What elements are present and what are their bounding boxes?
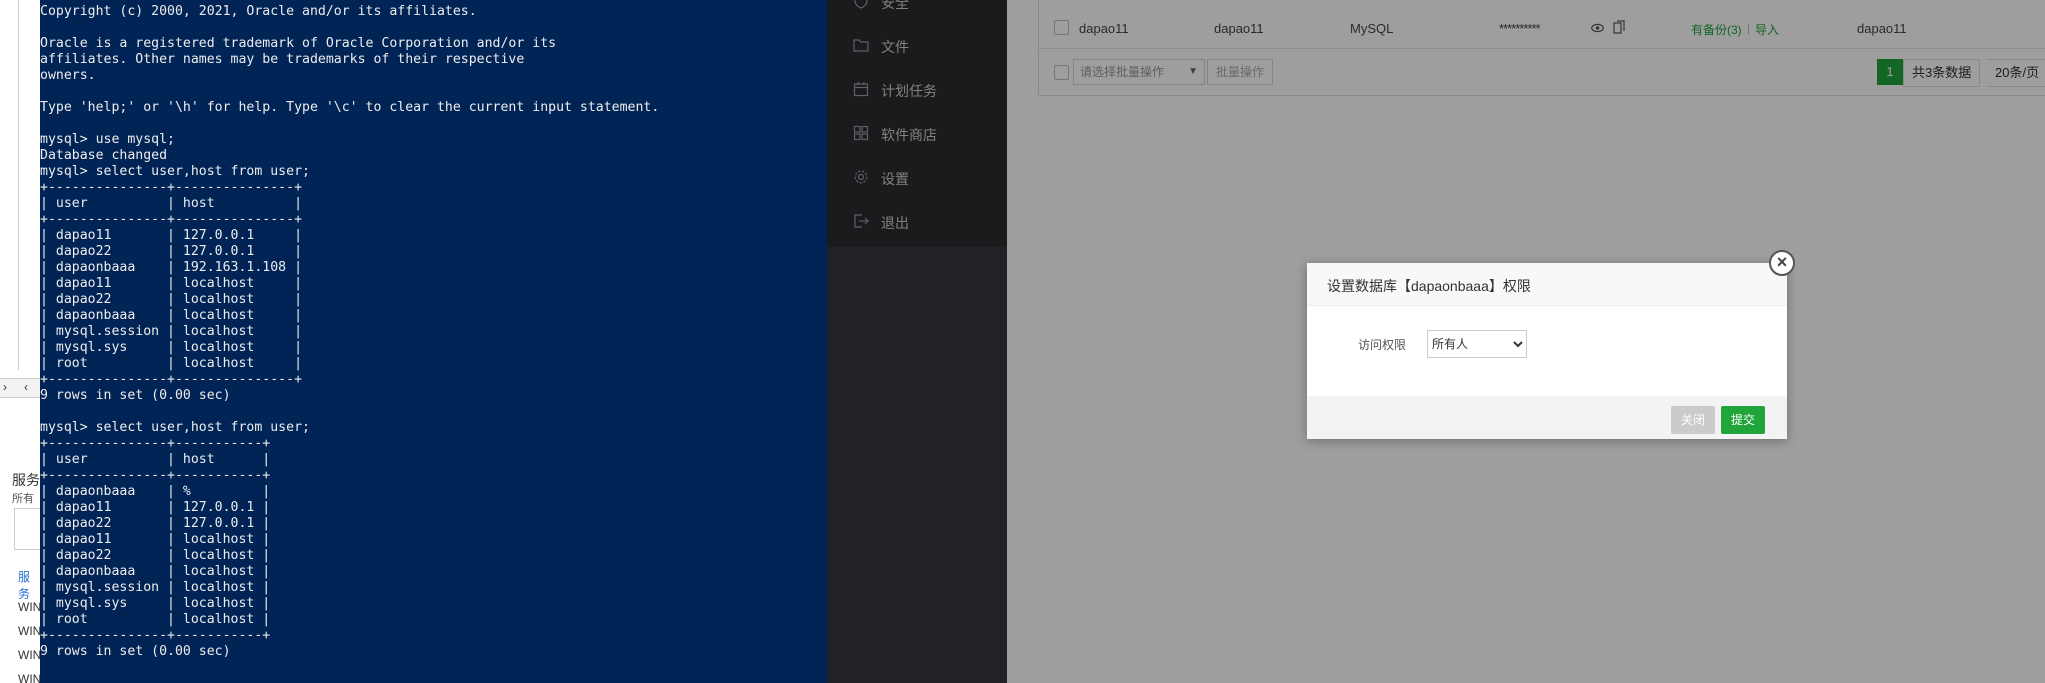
close-icon[interactable]: × [1769, 250, 1795, 276]
terminal-output: Copyright (c) 2000, 2021, Oracle and/or … [40, 4, 660, 659]
permission-dialog: 设置数据库【dapaonbaaa】权限 访问权限 所有人 关闭 提交 [1307, 263, 1787, 439]
access-permission-label: 访问权限 [1358, 338, 1407, 352]
dialog-header: 设置数据库【dapaonbaaa】权限 [1307, 263, 1787, 306]
scroll-left-icon[interactable]: ‹ [24, 380, 28, 394]
service-row[interactable]: WIN [18, 672, 40, 683]
services-title: 服务 [12, 472, 40, 488]
service-row[interactable]: WIN [18, 600, 40, 614]
scroll-right-icon[interactable]: › [3, 380, 7, 394]
service-row[interactable]: WIN [18, 624, 40, 638]
access-permission-select[interactable]: 所有人 [1427, 330, 1527, 358]
services-search-box[interactable] [14, 508, 40, 550]
services-subtitle: 所有 [12, 493, 34, 505]
dialog-footer: 关闭 提交 [1307, 396, 1787, 439]
background-window: › ‹ 服务 所有 服务 WIN WIN WIN WIN [0, 0, 41, 683]
horizontal-scrollbar[interactable]: › ‹ [0, 378, 40, 398]
dialog-title: 设置数据库【dapaonbaaa】权限 [1327, 278, 1531, 294]
mysql-terminal[interactable]: Copyright (c) 2000, 2021, Oracle and/or … [40, 0, 827, 683]
window-divider [18, 0, 19, 370]
service-row[interactable]: WIN [18, 648, 40, 662]
submit-button[interactable]: 提交 [1721, 406, 1766, 434]
services-link[interactable]: 服务 [18, 568, 40, 602]
dialog-body: 访问权限 所有人 [1307, 306, 1787, 396]
close-button[interactable]: 关闭 [1671, 406, 1716, 434]
